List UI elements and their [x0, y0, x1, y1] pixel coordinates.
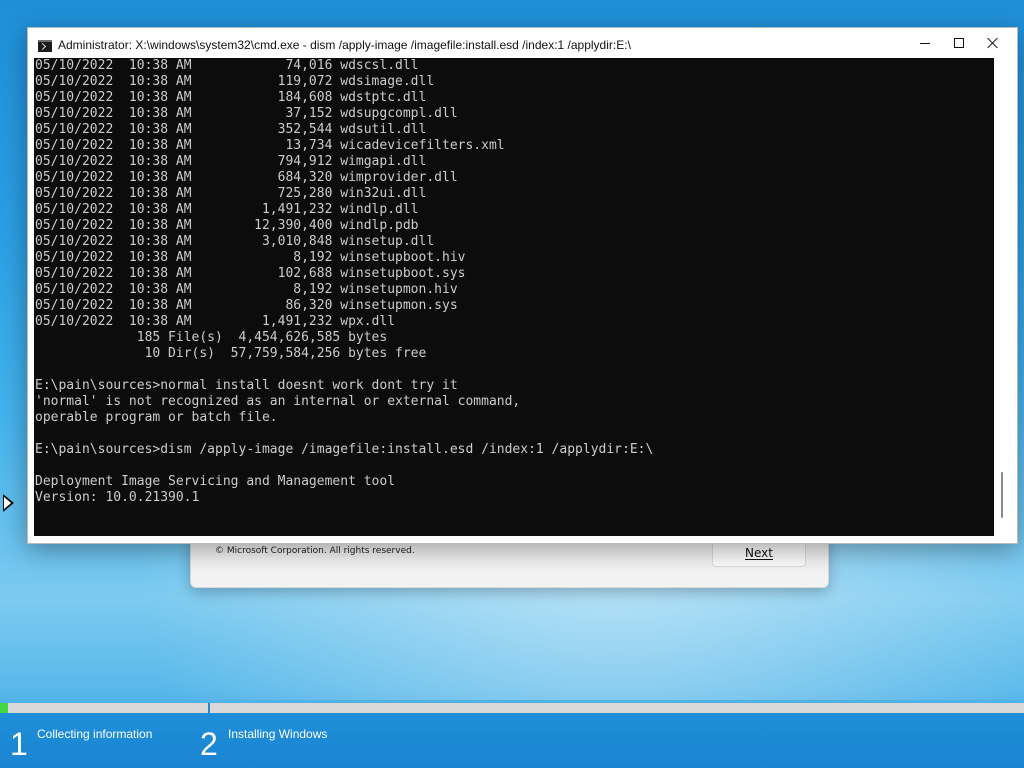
- console-line: 05/10/2022 10:38 AM 184,608 wdstptc.dll: [35, 90, 427, 105]
- console-line: 10 Dir(s) 57,759,584,256 bytes free: [35, 346, 427, 361]
- console-line: 05/10/2022 10:38 AM 725,280 win32ui.dll: [35, 186, 427, 201]
- maximize-button[interactable]: [942, 28, 976, 58]
- step-1-label: Collecting information: [37, 727, 153, 741]
- console-line: 05/10/2022 10:38 AM 3,010,848 winsetup.d…: [35, 234, 435, 249]
- step-2-label: Installing Windows: [228, 727, 328, 741]
- setup-progress-bar: [0, 703, 1024, 713]
- console-line: 05/10/2022 10:38 AM 1,491,232 windlp.dll: [35, 202, 419, 217]
- console-line: 'normal' is not recognized as an interna…: [35, 394, 521, 409]
- copyright-text: © Microsoft Corporation. All rights rese…: [215, 546, 415, 556]
- console-line: Deployment Image Servicing and Managemen…: [35, 474, 396, 489]
- console-line: 05/10/2022 10:38 AM 12,390,400 windlp.pd…: [35, 218, 419, 233]
- console-line: 05/10/2022 10:38 AM 8,192 winsetupboot.h…: [35, 250, 466, 265]
- scrollbar-thumb[interactable]: [1001, 472, 1003, 518]
- title-bar[interactable]: Administrator: X:\windows\system32\cmd.e…: [28, 28, 1017, 58]
- close-button[interactable]: [976, 28, 1010, 58]
- console-line: operable program or batch file.: [35, 410, 278, 425]
- step-2-number: 2: [200, 726, 218, 762]
- step-1-number: 1: [10, 726, 28, 762]
- console-line: 05/10/2022 10:38 AM 13,734 wicadevicefil…: [35, 138, 505, 153]
- console-line: 185 File(s) 4,454,626,585 bytes: [35, 330, 388, 345]
- mouse-pointer-icon: [3, 494, 14, 512]
- progress-fill: [0, 703, 9, 713]
- window-title: Administrator: X:\windows\system32\cmd.e…: [58, 38, 631, 52]
- maximize-icon: [954, 38, 964, 48]
- console-line: 05/10/2022 10:38 AM 8,192 winsetupmon.hi…: [35, 282, 458, 297]
- console-line: 05/10/2022 10:38 AM 74,016 wdscsl.dll: [35, 58, 419, 73]
- console-line: 05/10/2022 10:38 AM 102,688 winsetupboot…: [35, 266, 466, 281]
- next-button[interactable]: Next: [712, 541, 806, 567]
- minimize-icon: [920, 42, 930, 44]
- progress-step-divider: [208, 703, 210, 713]
- close-icon: [987, 37, 999, 49]
- console-line: 05/10/2022 10:38 AM 352,544 wdsutil.dll: [35, 122, 427, 137]
- minimize-button[interactable]: [908, 28, 942, 58]
- console-line: E:\pain\sources>normal install doesnt wo…: [35, 378, 458, 393]
- console-output[interactable]: 05/10/2022 10:38 AM 74,016 wdscsl.dll 05/…: [34, 58, 994, 536]
- console-line: 05/10/2022 10:38 AM 1,491,232 wpx.dll: [35, 314, 396, 329]
- console-line: 05/10/2022 10:38 AM 37,152 wdsupgcompl.d…: [35, 106, 458, 121]
- cmd-icon: [38, 40, 52, 52]
- console-line: 05/10/2022 10:38 AM 684,320 wimprovider.…: [35, 170, 458, 185]
- console-lines: 05/10/2022 10:38 AM 74,016 wdscsl.dll 05/…: [35, 58, 653, 506]
- setup-steps: 1 Collecting information 2 Installing Wi…: [0, 713, 1024, 768]
- console-line: 05/10/2022 10:38 AM 794,912 wimgapi.dll: [35, 154, 427, 169]
- console-line: 05/10/2022 10:38 AM 86,320 winsetupmon.s…: [35, 298, 458, 313]
- console-line: E:\pain\sources>dism /apply-image /image…: [35, 442, 654, 457]
- vertical-scrollbar[interactable]: [994, 58, 1011, 536]
- console-line: Version: 10.0.21390.1: [35, 490, 200, 505]
- cmd-window: Administrator: X:\windows\system32\cmd.e…: [27, 27, 1018, 544]
- console-line: 05/10/2022 10:38 AM 119,072 wdsimage.dll: [35, 74, 435, 89]
